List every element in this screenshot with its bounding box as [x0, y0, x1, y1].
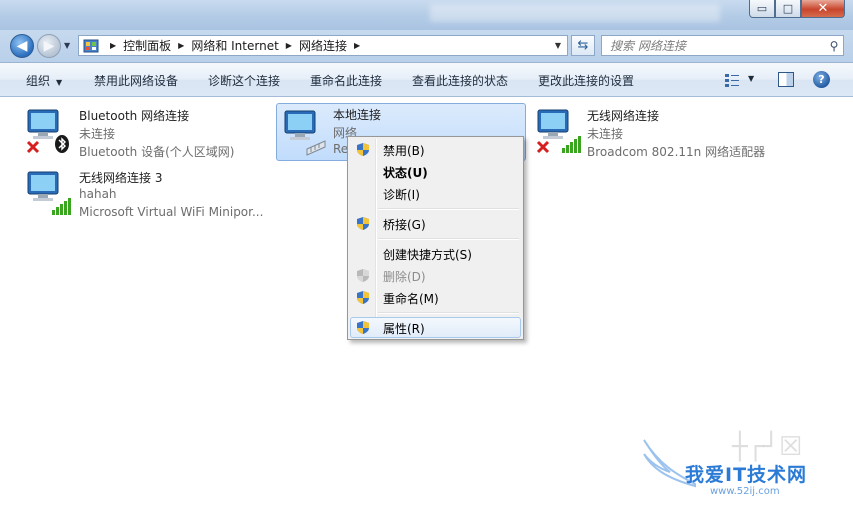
- watermark-logo: ┼┌┘☒ 我爱IT技术网 www.52ij.com: [640, 430, 850, 508]
- control-panel-icon: [83, 39, 99, 52]
- connection-device: Broadcom 802.11n 网络适配器: [587, 145, 766, 159]
- refresh-button[interactable]: ⇆: [571, 35, 595, 56]
- disconnected-x-icon: [536, 140, 550, 154]
- context-menu: 禁用(B) 状态(U) 诊断(I) 桥接(G) 创建快捷方式(S) 删除(D) …: [347, 136, 524, 340]
- menu-item-status[interactable]: 状态(U): [350, 161, 521, 182]
- close-button[interactable]: ✕: [801, 0, 845, 18]
- menu-separator: [378, 238, 519, 240]
- connection-device: Bluetooth 设备(个人区域网): [79, 145, 235, 159]
- uac-shield-icon: [357, 321, 369, 334]
- search-input[interactable]: [602, 37, 825, 54]
- forward-arrow-icon: ▶: [43, 38, 55, 54]
- uac-shield-icon: [357, 217, 369, 230]
- uac-shield-icon: [357, 291, 369, 304]
- uac-shield-icon: [357, 143, 369, 156]
- recent-pages-dropdown-icon[interactable]: ▼: [64, 41, 70, 50]
- menu-item-label: 删除(D): [383, 270, 426, 284]
- search-box[interactable]: ⚲: [601, 35, 844, 56]
- organize-label: 组织: [26, 74, 51, 88]
- connection-status: 未连接: [79, 127, 116, 141]
- menu-item-properties[interactable]: 属性(R): [350, 317, 521, 338]
- menu-item-label: 禁用(B): [383, 144, 425, 158]
- menu-item-label: 状态(U): [383, 166, 428, 180]
- connection-name: 无线网络连接: [587, 109, 660, 123]
- menu-item-disable[interactable]: 禁用(B): [350, 139, 521, 160]
- uac-shield-icon: [357, 269, 369, 282]
- minimize-button[interactable]: ▭: [749, 0, 775, 18]
- connection-item-wireless[interactable]: 无线网络连接 未连接 Broadcom 802.11n 网络适配器: [534, 106, 774, 164]
- caption-buttons: ▭ □ ✕: [749, 0, 845, 18]
- lan-network-icon: [284, 110, 326, 156]
- rename-connection-button[interactable]: 重命名此连接: [310, 72, 382, 89]
- menu-separator: [378, 312, 519, 314]
- back-arrow-icon: ◀: [16, 38, 28, 54]
- connection-name: 本地连接: [333, 108, 382, 122]
- refresh-icon: ⇆: [577, 38, 589, 53]
- breadcrumb-arrow-icon[interactable]: ▶: [178, 41, 184, 50]
- menu-item-label: 诊断(I): [383, 188, 420, 202]
- connection-status: 未连接: [587, 127, 624, 141]
- title-bar: ▭ □ ✕: [0, 0, 853, 30]
- diagnose-connection-button[interactable]: 诊断这个连接: [208, 72, 280, 89]
- menu-item-rename[interactable]: 重命名(M): [350, 287, 521, 308]
- address-row: ◀ ▶ ▼ ▶ 控制面板 ▶ 网络和 Internet ▶ 网络连接 ▶ ▼ ⇆…: [0, 30, 853, 62]
- organize-menu-button[interactable]: 组织 ▼: [26, 72, 62, 89]
- menu-item-label: 重命名(M): [383, 292, 439, 306]
- help-icon[interactable]: ?: [813, 71, 830, 88]
- disable-device-button[interactable]: 禁用此网络设备: [94, 72, 178, 89]
- chevron-down-icon: ▼: [56, 78, 63, 87]
- address-bar[interactable]: ▶ 控制面板 ▶ 网络和 Internet ▶ 网络连接 ▶ ▼: [78, 35, 568, 56]
- menu-item-label: 属性(R): [383, 322, 425, 336]
- back-button[interactable]: ◀: [10, 34, 34, 58]
- breadcrumb-item-control-panel[interactable]: 控制面板: [123, 37, 171, 54]
- disconnected-x-icon: [26, 140, 40, 154]
- menu-item-label: 桥接(G): [383, 218, 426, 232]
- forward-button[interactable]: ▶: [37, 34, 61, 58]
- command-bar: 组织 ▼ 禁用此网络设备 诊断这个连接 重命名此连接 查看此连接的状态 更改此连接…: [0, 62, 853, 97]
- breadcrumb-arrow-icon[interactable]: ▶: [286, 41, 292, 50]
- watermark-url: www.52ij.com: [710, 486, 780, 497]
- menu-item-delete: 删除(D): [350, 265, 521, 286]
- menu-item-create-shortcut[interactable]: 创建快捷方式(S): [350, 243, 521, 264]
- watermark-ghost-text: ┼┌┘☒: [732, 432, 803, 462]
- connection-item-wireless-3[interactable]: 无线网络连接 3 hahah Microsoft Virtual WiFi Mi…: [24, 168, 284, 226]
- connection-device: Re: [333, 142, 349, 156]
- menu-item-label: 创建快捷方式(S): [383, 248, 472, 262]
- connection-status: hahah: [79, 187, 117, 201]
- wireless-network-icon: [27, 171, 71, 215]
- preview-pane-icon[interactable]: [778, 72, 794, 87]
- menu-item-diagnose[interactable]: 诊断(I): [350, 183, 521, 204]
- menu-separator: [378, 208, 519, 210]
- breadcrumb-item-network-connections[interactable]: 网络连接: [299, 37, 347, 54]
- change-view-icon[interactable]: [724, 73, 740, 87]
- connection-item-bluetooth[interactable]: Bluetooth 网络连接 未连接 Bluetooth 设备(个人区域网): [24, 106, 254, 164]
- maximize-button[interactable]: □: [775, 0, 801, 18]
- connection-name: 无线网络连接 3: [79, 171, 163, 185]
- search-icon[interactable]: ⚲: [825, 39, 843, 53]
- breadcrumb-arrow-icon[interactable]: ▶: [354, 41, 360, 50]
- address-history-dropdown-icon[interactable]: ▼: [555, 41, 561, 50]
- title-bar-blurred-background: [430, 4, 720, 22]
- view-options-dropdown-icon[interactable]: ▼: [748, 74, 754, 83]
- connection-name: Bluetooth 网络连接: [79, 109, 190, 123]
- breadcrumb-item-network-internet[interactable]: 网络和 Internet: [191, 37, 278, 54]
- connection-device: Microsoft Virtual WiFi Minipor...: [79, 205, 264, 219]
- change-settings-button[interactable]: 更改此连接的设置: [538, 72, 634, 89]
- breadcrumb-arrow-icon[interactable]: ▶: [110, 41, 116, 50]
- view-status-button[interactable]: 查看此连接的状态: [412, 72, 508, 89]
- menu-item-bridge[interactable]: 桥接(G): [350, 213, 521, 234]
- breadcrumb: ▶ 控制面板 ▶ 网络和 Internet ▶ 网络连接 ▶: [103, 37, 367, 54]
- watermark-title: 我爱IT技术网: [685, 464, 808, 486]
